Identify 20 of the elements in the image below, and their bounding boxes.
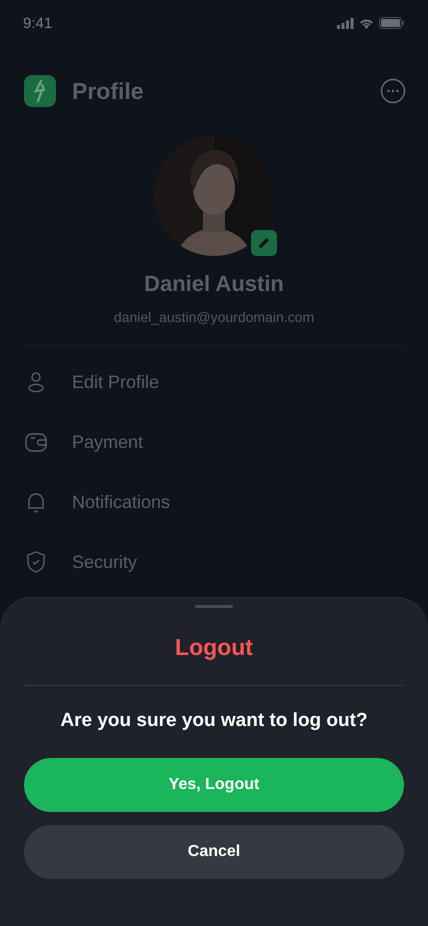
- cancel-button[interactable]: Cancel: [24, 825, 404, 879]
- confirm-message: Are you sure you want to log out?: [60, 710, 368, 732]
- menu-item[interactable]: Notifications: [72, 492, 170, 512]
- pencil-icon: [257, 236, 271, 250]
- profile-email: daniel_austin@yourdomain.com: [114, 309, 314, 325]
- page-title: Profile: [72, 78, 145, 104]
- drag-handle[interactable]: [195, 605, 233, 608]
- more-options-icon[interactable]: [380, 78, 406, 104]
- menu-item[interactable]: Edit Profile: [72, 372, 160, 392]
- menu-item[interactable]: Payment: [72, 432, 144, 452]
- edit-avatar-button[interactable]: [251, 230, 277, 256]
- menu-item[interactable]: Security: [72, 552, 138, 572]
- battery-icon: [379, 17, 404, 29]
- status-time: 9:41: [23, 14, 52, 32]
- wifi-icon: [359, 18, 374, 28]
- confirm-button[interactable]: Yes, Logout: [24, 758, 404, 812]
- sheet-title: Logout: [24, 634, 404, 686]
- profile-name: Daniel Austin: [144, 271, 284, 297]
- app-logo-icon: [24, 75, 56, 107]
- signal-icon: [337, 18, 354, 28]
